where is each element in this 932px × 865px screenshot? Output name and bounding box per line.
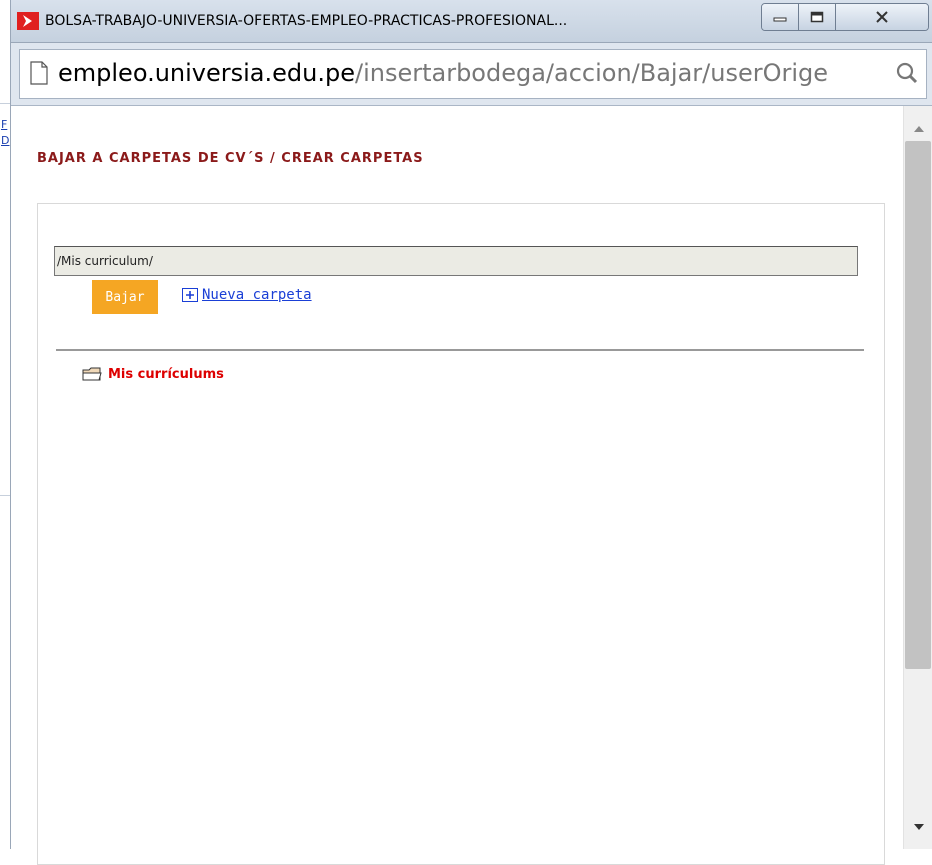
new-folder-icon xyxy=(182,288,198,302)
bajar-button[interactable]: Bajar xyxy=(92,280,158,314)
scroll-down-button[interactable] xyxy=(904,812,932,842)
folder-link[interactable]: Mis currículums xyxy=(108,367,224,382)
scroll-up-button[interactable] xyxy=(904,114,932,144)
url-text: empleo.universia.edu.pe/insertarbodega/a… xyxy=(58,59,878,87)
new-folder-link-group[interactable]: Nueva carpeta xyxy=(182,287,312,303)
arrow-down-icon xyxy=(914,824,924,830)
vertical-scrollbar[interactable] xyxy=(903,106,932,849)
scroll-thumb[interactable] xyxy=(905,141,931,669)
maximize-button[interactable] xyxy=(799,4,836,30)
close-icon xyxy=(876,11,888,23)
url-field[interactable]: empleo.universia.edu.pe/insertarbodega/a… xyxy=(19,49,927,99)
window-controls xyxy=(761,3,929,31)
window-title: BOLSA-TRABAJO-UNIVERSIA-OFERTAS-EMPLEO-P… xyxy=(45,13,568,29)
page-title: BAJAR A CARPETAS DE CV´S / CREAR CARPETA… xyxy=(37,151,424,166)
url-domain: empleo.universia.edu.pe xyxy=(58,59,355,87)
page-content: BAJAR A CARPETAS DE CV´S / CREAR CARPETA… xyxy=(11,106,903,865)
folder-item[interactable]: Mis currículums xyxy=(82,366,224,382)
minimize-icon xyxy=(773,17,787,22)
folder-icon xyxy=(82,367,102,381)
title-bar: BOLSA-TRABAJO-UNIVERSIA-OFERTAS-EMPLEO-P… xyxy=(11,0,932,43)
arrow-up-icon xyxy=(914,126,924,132)
background-link-fragment[interactable]: F xyxy=(1,118,7,131)
url-path: /insertarbodega/accion/Bajar/userOrige xyxy=(354,59,829,87)
divider xyxy=(56,349,864,351)
current-path-field[interactable]: /Mis curriculum/ xyxy=(54,246,858,276)
popup-window: BOLSA-TRABAJO-UNIVERSIA-OFERTAS-EMPLEO-P… xyxy=(10,0,932,865)
close-button[interactable] xyxy=(836,4,928,30)
maximize-icon xyxy=(810,11,824,23)
new-folder-link[interactable]: Nueva carpeta xyxy=(202,287,312,303)
folders-panel: /Mis curriculum/ Bajar Nueva carpeta Mis… xyxy=(37,203,885,865)
background-link-fragment[interactable]: D xyxy=(1,134,9,147)
magnifier-icon[interactable] xyxy=(896,62,918,84)
page-icon xyxy=(30,61,48,85)
minimize-button[interactable] xyxy=(762,4,799,30)
address-bar: empleo.universia.edu.pe/insertarbodega/a… xyxy=(11,43,932,106)
universia-logo-icon xyxy=(17,12,39,30)
